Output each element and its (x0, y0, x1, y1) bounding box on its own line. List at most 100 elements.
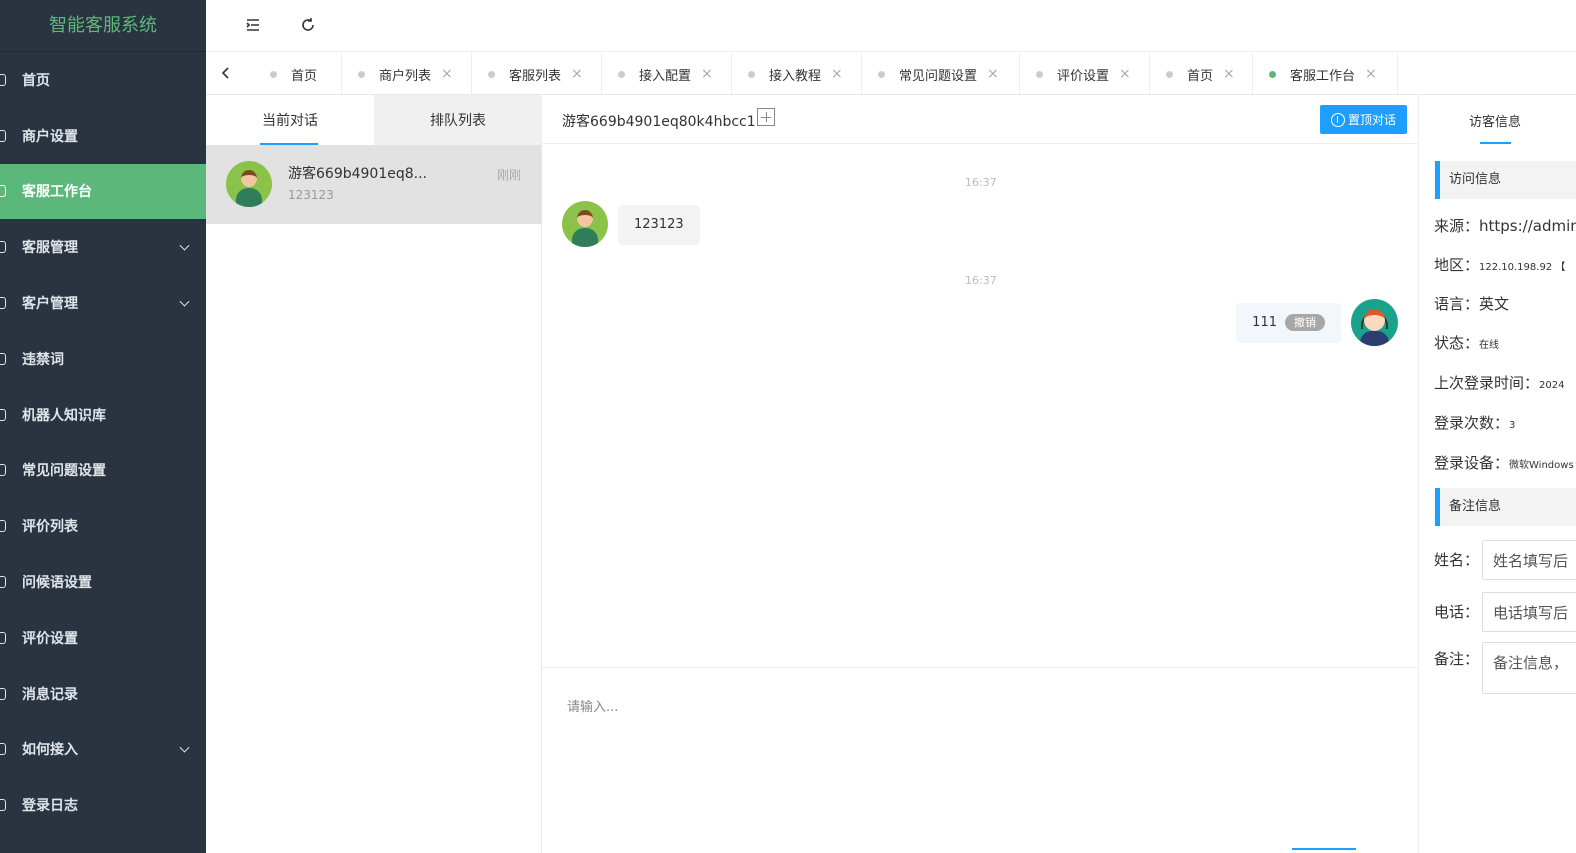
visit-info-section: 访问信息 (1435, 161, 1576, 199)
add-icon[interactable] (757, 108, 775, 126)
status-dot-icon (618, 70, 625, 78)
tab-label: 评价设置 (1057, 68, 1110, 84)
close-icon[interactable]: × (1119, 66, 1131, 82)
close-icon[interactable]: × (571, 66, 583, 82)
source-value: https://admin (1479, 217, 1576, 235)
sidebar-item[interactable]: 问候语设置 (0, 554, 206, 610)
tab-item[interactable]: 评价设置 × (1020, 53, 1150, 95)
chevron-left-icon[interactable] (218, 65, 234, 81)
sidebar-item-label: 消息记录 (22, 686, 78, 703)
message-input-area[interactable]: 请输入... (542, 667, 1418, 853)
sidebar-item-label: 常见问题设置 (22, 463, 106, 480)
last-login-row: 上次登录时间：2024 (1434, 374, 1565, 392)
status-dot-icon (1036, 70, 1043, 78)
close-icon[interactable]: × (701, 66, 713, 82)
edit-icon (0, 464, 6, 477)
sidebar-item[interactable]: 如何接入 (0, 722, 206, 778)
chat-header: 游客669b4901eq80k4hbcc1 置顶对话 (542, 95, 1418, 144)
tab-item[interactable]: 接入教程 × (732, 53, 862, 95)
status-dot-icon (1166, 70, 1173, 78)
name-label: 姓名： (1434, 551, 1480, 569)
region-row: 地区：122.10.198.92 【 (1434, 256, 1566, 274)
message-input[interactable]: 请输入... (567, 696, 618, 715)
tab-item[interactable]: 客服列表 × (472, 53, 602, 95)
conversation-preview: 123123 (288, 188, 334, 202)
language-value: 英文 (1479, 295, 1510, 313)
sidebar-item[interactable]: 客服管理 (0, 219, 206, 275)
tab-visitor-info[interactable]: 访客信息 (1469, 111, 1521, 130)
revoke-button[interactable]: 撤销 (1285, 314, 1325, 331)
conversation-item[interactable]: 游客669b4901eq8... 123123 刚刚 (206, 145, 541, 224)
tab-queue-list[interactable]: 排队列表 (374, 95, 542, 145)
close-icon[interactable]: × (1223, 66, 1235, 82)
sidebar-item[interactable]: 客户管理 (0, 275, 206, 331)
close-icon[interactable]: × (441, 66, 453, 82)
status-row: 状态：在线 (1434, 334, 1500, 352)
sidebar-item-label: 如何接入 (22, 742, 78, 759)
sidebar-item[interactable]: 商户设置 (0, 108, 206, 164)
collapse-menu-icon[interactable] (242, 14, 264, 36)
sidebar-item[interactable]: 评价列表 (0, 498, 206, 554)
sidebar-item[interactable]: 消息记录 (0, 666, 206, 722)
remark-field[interactable]: 备注信息， (1482, 642, 1576, 694)
sidebar-item-label: 客户管理 (22, 296, 78, 313)
arrow-up-circle-icon (1330, 112, 1345, 127)
agent-avatar (1351, 299, 1398, 346)
user-icon (0, 241, 6, 254)
visitor-info-panel: 访客信息 访问信息 来源：https://admin 地区：122.10.198… (1418, 95, 1576, 853)
thumb-icon (0, 520, 6, 533)
sidebar-item[interactable]: 违禁词 (0, 331, 206, 387)
phone-label: 电话： (1434, 603, 1480, 621)
device-row: 登录设备：微软Windows (1434, 454, 1574, 472)
sidebar-item-label: 客服管理 (22, 240, 78, 257)
clipboard-icon (0, 631, 6, 644)
message-timestamp: 16:37 (965, 176, 997, 189)
send-button[interactable] (1292, 848, 1356, 850)
sidebar-item[interactable]: 机器人知识库 (0, 387, 206, 443)
refresh-icon[interactable] (297, 14, 319, 36)
status-dot-icon (270, 70, 277, 78)
sidebar-item[interactable]: 首页 (0, 52, 206, 108)
note-info-section: 备注信息 (1435, 488, 1576, 526)
sidebar-item[interactable]: 评价设置 (0, 610, 206, 666)
login-count-row: 登录次数：3 (1434, 414, 1516, 432)
chevron-down-icon (179, 296, 190, 307)
sidebar-item-label: 评价设置 (22, 630, 78, 647)
tab-label: 首页 (291, 68, 318, 84)
name-field[interactable]: 姓名填写后 (1482, 540, 1576, 580)
top-bar (206, 0, 1576, 52)
tab-label: 接入配置 (639, 68, 692, 84)
close-icon[interactable]: × (987, 66, 999, 82)
last-login-value: 2024 (1539, 380, 1565, 391)
tab-item[interactable]: 首页 (254, 53, 342, 95)
close-icon[interactable]: × (1365, 66, 1377, 82)
status-dot-icon (1269, 70, 1276, 78)
sidebar-item[interactable]: 客服工作台 (0, 163, 206, 220)
tab-item[interactable]: 接入配置 × (602, 53, 732, 95)
conversation-time: 刚刚 (496, 168, 521, 182)
tab-item[interactable]: 商户列表 × (342, 53, 472, 95)
chevron-down-icon (179, 240, 190, 251)
phone-field[interactable]: 电话填写后 (1482, 592, 1576, 632)
page-tabs: 首页 商户列表 × 客服列表 × 接入配置 × 接入教程 × 常见问题设置 × 评价设置 × 首页 × 客服工… (206, 53, 1576, 95)
robot-icon (0, 408, 6, 421)
tab-item[interactable]: 首页 × (1150, 53, 1253, 95)
status-dot-icon (358, 70, 365, 78)
sidebar-item-label: 商户设置 (22, 128, 78, 145)
close-icon[interactable]: × (831, 66, 843, 82)
sidebar-item-label: 客服工作台 (22, 184, 92, 201)
sidebar-item[interactable]: 常见问题设置 (0, 443, 206, 499)
language-row: 语言：英文 (1434, 295, 1510, 313)
frown-icon (0, 352, 6, 365)
message-text: 111 (1252, 315, 1277, 330)
tab-item[interactable]: 客服工作台 × (1253, 53, 1398, 95)
sidebar-item[interactable]: 登录日志 (0, 777, 206, 833)
tab-current-conversations[interactable]: 当前对话 (206, 95, 374, 145)
chat-title: 游客669b4901eq80k4hbcc1 (562, 114, 756, 130)
conversation-name: 游客669b4901eq8... (288, 166, 427, 182)
pin-conversation-button[interactable]: 置顶对话 (1320, 105, 1407, 134)
status-dot-icon (878, 70, 885, 78)
tab-label: 客服列表 (509, 68, 562, 84)
tab-item[interactable]: 常见问题设置 × (862, 53, 1020, 95)
pin-button-label: 置顶对话 (1347, 113, 1396, 127)
